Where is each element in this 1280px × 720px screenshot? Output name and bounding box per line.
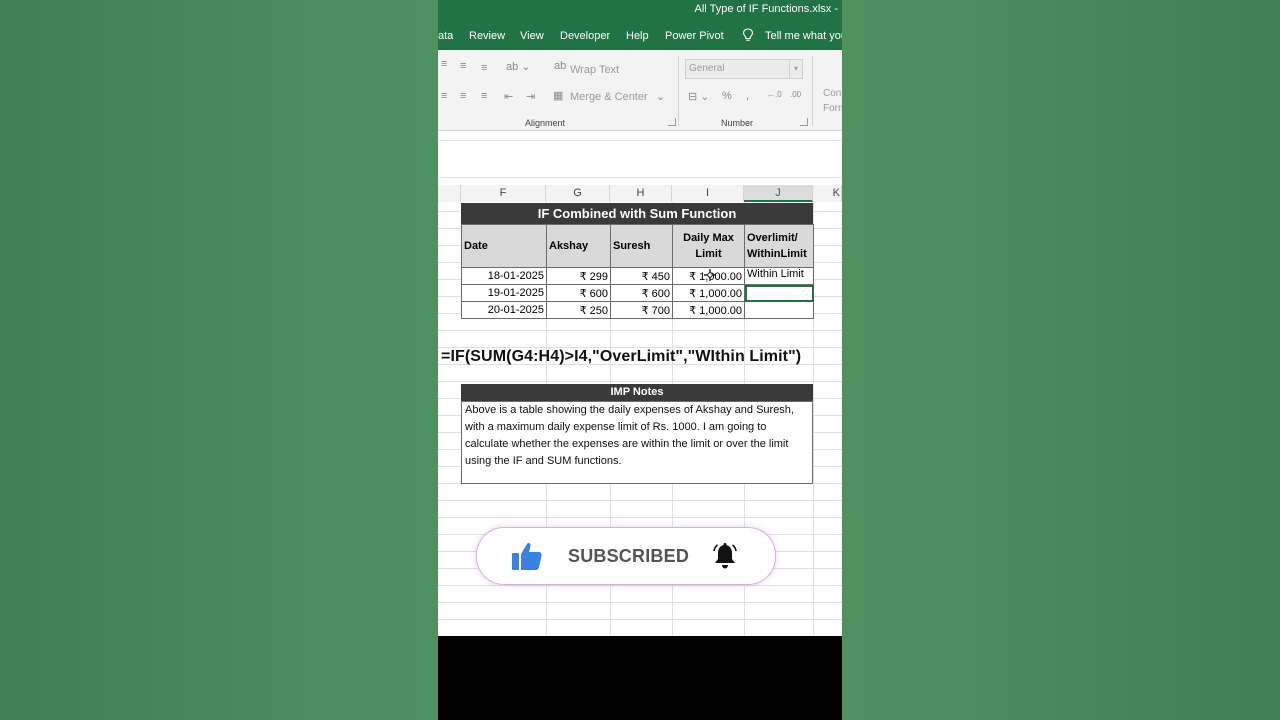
limit-cell[interactable]: ₹ 1,000.00: [672, 284, 745, 302]
header-daily-max-limit[interactable]: Daily Max Limit: [672, 224, 745, 268]
ribbon-tabs: ata Review View Developer Help Power Piv…: [438, 22, 842, 50]
header-suresh[interactable]: Suresh: [610, 224, 673, 268]
table-row: 18-01-2025 ₹ 299 ₹ 450 ₹ 1,000.00 Within…: [461, 267, 814, 285]
lightbulb-icon: [742, 28, 754, 41]
align-top-icon[interactable]: ≡: [441, 58, 447, 70]
increase-decimal-icon[interactable]: ←.0: [767, 90, 782, 99]
tab-developer[interactable]: Developer: [560, 30, 610, 42]
formula-bar[interactable]: [438, 140, 842, 178]
excel-window: All Type of IF Functions.xlsx - ata Revi…: [438, 0, 842, 720]
date-cell[interactable]: 19-01-2025: [461, 284, 547, 302]
accounting-format-icon[interactable]: ⊟ ⌄: [688, 90, 710, 103]
table-row: 19-01-2025 ₹ 600 ₹ 600 ₹ 1,000.00: [461, 284, 814, 302]
tab-help[interactable]: Help: [626, 30, 649, 42]
align-bottom-icon[interactable]: ≡: [481, 62, 487, 74]
number-launcher-icon[interactable]: [800, 118, 808, 126]
column-header-j[interactable]: J: [744, 185, 813, 202]
date-cell[interactable]: 20-01-2025: [461, 301, 547, 319]
thumbs-up-icon: [512, 542, 542, 570]
tab-data[interactable]: ata: [438, 30, 453, 42]
cell-cursor-icon: [704, 269, 716, 281]
column-header-k[interactable]: K: [813, 185, 842, 202]
header-overlimit[interactable]: Overlimit/ WithinLimit: [744, 224, 814, 268]
increase-indent-icon[interactable]: ⇥: [526, 90, 535, 103]
window-title: All Type of IF Functions.xlsx -: [694, 3, 838, 15]
video-bottom-bar: [438, 636, 842, 720]
subscribed-label: SUBSCRIBED: [568, 546, 690, 566]
number-group-label: Number: [721, 118, 754, 128]
tab-view[interactable]: View: [520, 30, 544, 42]
date-cell[interactable]: 18-01-2025: [461, 267, 547, 285]
background-right: [842, 0, 1280, 720]
table-header-row: Date Akshay Suresh Daily Max Limit Overl…: [461, 224, 814, 268]
status-cell[interactable]: [744, 301, 814, 319]
notes-body[interactable]: Above is a table showing the daily expen…: [461, 401, 813, 484]
decrease-decimal-icon[interactable]: .00: [790, 90, 801, 99]
table-title: IF Combined with Sum Function: [461, 203, 813, 224]
table-row: 20-01-2025 ₹ 250 ₹ 700 ₹ 1,000.00: [461, 301, 814, 319]
tab-review[interactable]: Review: [469, 30, 505, 42]
merge-center-icon: ▦: [553, 90, 564, 102]
ribbon-separator: [812, 56, 813, 126]
column-header-h[interactable]: H: [610, 185, 672, 202]
akshay-cell[interactable]: ₹ 250: [546, 301, 611, 319]
column-headers: F G H I J K: [438, 185, 842, 203]
wrap-text-icon: ab: [554, 60, 567, 72]
formula-display: =IF(SUM(G4:H4)>I4,"OverLimit","WIthin Li…: [441, 348, 802, 365]
number-format-select[interactable]: General ▾: [685, 59, 803, 79]
tab-power-pivot[interactable]: Power Pivot: [665, 30, 724, 42]
wrap-text-button[interactable]: Wrap Text: [570, 64, 619, 76]
tell-me-search[interactable]: Tell me what you: [765, 30, 842, 42]
suresh-cell[interactable]: ₹ 700: [610, 301, 673, 319]
limit-cell[interactable]: ₹ 1,000.00: [672, 301, 745, 319]
akshay-cell[interactable]: ₹ 600: [546, 284, 611, 302]
suresh-cell[interactable]: ₹ 600: [610, 284, 673, 302]
header-akshay[interactable]: Akshay: [546, 224, 611, 268]
column-header-i[interactable]: I: [672, 185, 744, 202]
align-left-icon[interactable]: ≡: [441, 90, 447, 102]
number-format-value: General: [689, 63, 725, 74]
column-header-g[interactable]: G: [546, 185, 610, 202]
align-middle-icon[interactable]: ≡: [460, 60, 466, 72]
alignment-launcher-icon[interactable]: [668, 118, 676, 126]
expense-table: Date Akshay Suresh Daily Max Limit Overl…: [461, 224, 814, 319]
subscribed-badge[interactable]: SUBSCRIBED: [476, 527, 776, 585]
comma-style-icon[interactable]: ,: [746, 90, 749, 102]
title-bar: All Type of IF Functions.xlsx -: [438, 0, 842, 22]
notes-title: IMP Notes: [461, 384, 813, 401]
suresh-cell[interactable]: ₹ 450: [610, 267, 673, 285]
status-cell-selected[interactable]: [744, 284, 814, 302]
bell-icon: [713, 543, 737, 569]
header-date[interactable]: Date: [461, 224, 547, 268]
orientation-icon[interactable]: ab ⌄: [506, 60, 531, 73]
alignment-group-label: Alignment: [525, 118, 566, 128]
align-center-icon[interactable]: ≡: [460, 90, 466, 102]
chevron-down-icon: ▾: [789, 60, 802, 78]
column-header-f[interactable]: F: [461, 185, 546, 202]
background-left: [0, 0, 438, 720]
align-right-icon[interactable]: ≡: [481, 90, 487, 102]
row-header-corner[interactable]: [438, 185, 461, 202]
status-cell[interactable]: Within Limit: [744, 267, 814, 285]
percent-style-icon[interactable]: %: [722, 90, 732, 102]
merge-dropdown-icon[interactable]: ⌄: [656, 90, 665, 103]
akshay-cell[interactable]: ₹ 299: [546, 267, 611, 285]
merge-center-button[interactable]: Merge & Center: [570, 91, 648, 103]
conditional-formatting-button[interactable]: Con Form: [823, 86, 842, 116]
decrease-indent-icon[interactable]: ⇤: [504, 90, 513, 103]
ribbon: ≡ ≡ ≡ ab ⌄ ab Wrap Text ≡ ≡ ≡ ⇤ ⇥ ▦ Merg…: [438, 50, 842, 131]
ribbon-separator: [678, 56, 679, 126]
